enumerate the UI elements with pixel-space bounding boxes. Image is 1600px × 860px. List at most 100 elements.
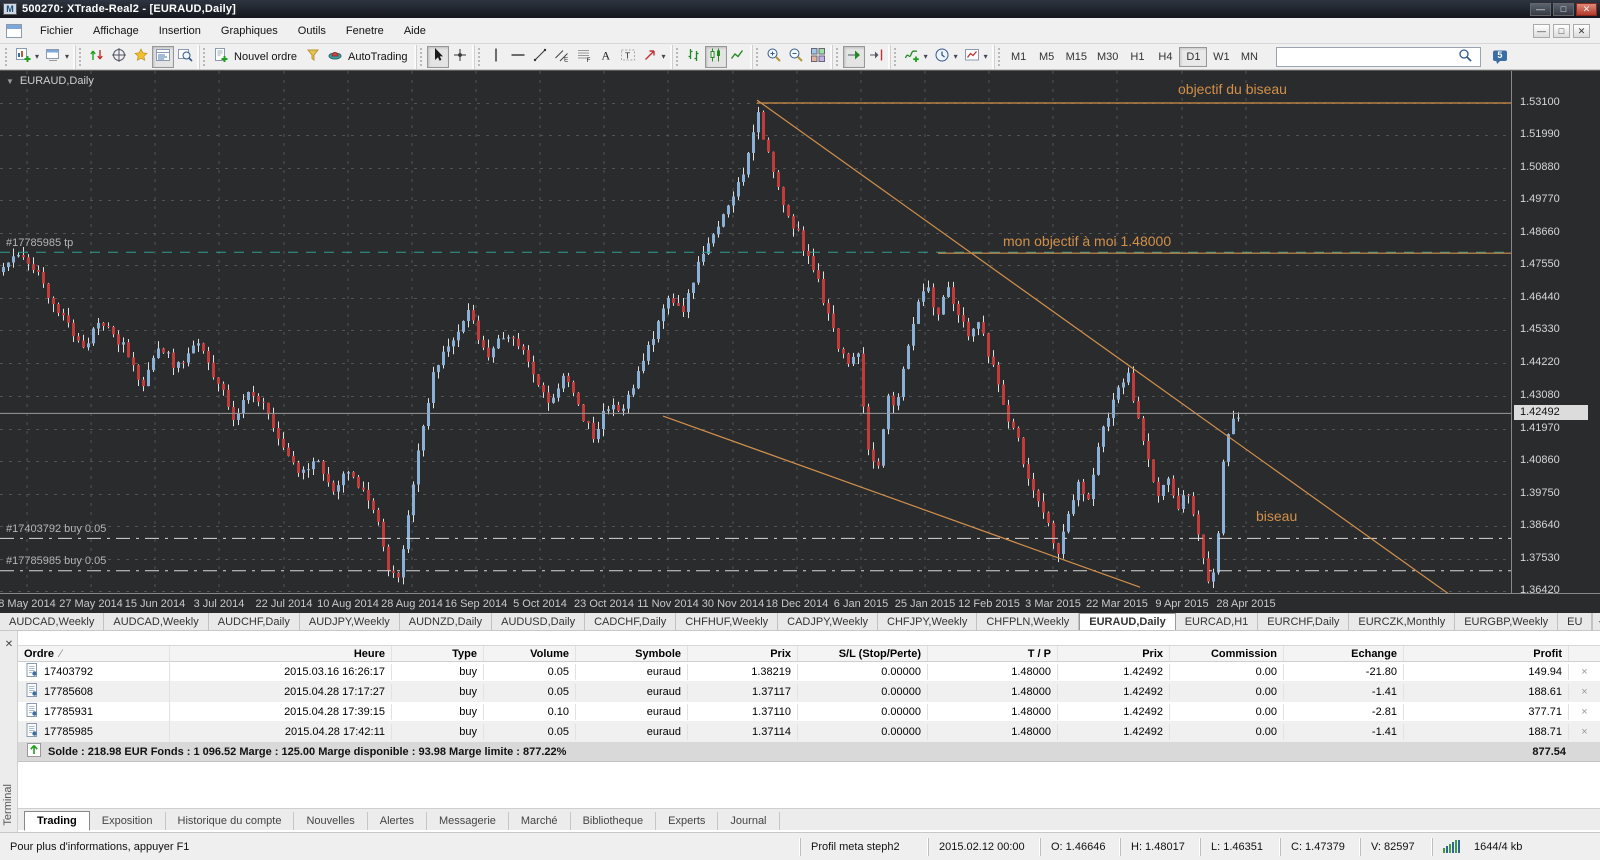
close-position-icon[interactable]: ×: [1569, 724, 1600, 740]
toolbar-drag-handle[interactable]: [998, 48, 1001, 66]
chart-tab-eurchf-daily[interactable]: EURCHF,Daily: [1258, 613, 1349, 630]
terminal-tab-trading[interactable]: Trading: [24, 811, 90, 831]
toolbar-drag-handle[interactable]: [203, 48, 206, 66]
status-profile[interactable]: Profil meta steph2: [800, 838, 928, 856]
terminal-button[interactable]: [152, 46, 174, 68]
toolbar-drag-handle[interactable]: [836, 48, 839, 66]
cursor-button[interactable]: [427, 46, 449, 68]
chart-tab-eurgbp-weekly[interactable]: EURGBP,Weekly: [1455, 613, 1558, 630]
chart-tab-eurczk-monthly[interactable]: EURCZK,Monthly: [1349, 613, 1455, 630]
timeframe-h4-button[interactable]: H4: [1151, 47, 1179, 67]
terminal-tab-experts[interactable]: Experts: [656, 812, 718, 830]
autotrading-button[interactable]: AutoTrading: [324, 46, 413, 68]
menu-insertion[interactable]: Insertion: [149, 21, 211, 41]
menu-graphiques[interactable]: Graphiques: [211, 21, 288, 41]
timeframe-w1-button[interactable]: W1: [1207, 47, 1235, 67]
bar-chart-button[interactable]: [683, 46, 705, 68]
terminal-tab-march-[interactable]: Marché: [509, 812, 571, 830]
timeframe-m30-button[interactable]: M30: [1092, 47, 1123, 67]
zoom-out-button[interactable]: [785, 46, 807, 68]
time-axis[interactable]: 8 May 201427 May 201415 Jun 20143 Jul 20…: [0, 593, 1600, 614]
toolbar-drag-handle[interactable]: [478, 48, 481, 66]
column-header-prix[interactable]: Prix: [688, 646, 798, 661]
chart-tab-audnzd-daily[interactable]: AUDNZD,Daily: [400, 613, 492, 630]
chart-tab-cadchf-daily[interactable]: CADCHF,Daily: [585, 613, 676, 630]
templates-button[interactable]: ▾: [961, 46, 991, 68]
chart-tab-eurcad-h1[interactable]: EURCAD,H1: [1176, 613, 1259, 630]
terminal-tab-alertes[interactable]: Alertes: [368, 812, 427, 830]
metaeditor-button[interactable]: [302, 46, 324, 68]
horizontal-line-button[interactable]: [507, 46, 529, 68]
toolbar-drag-handle[interactable]: [420, 48, 423, 66]
tile-windows-button[interactable]: [807, 46, 829, 68]
arrows-button[interactable]: ▾: [639, 46, 669, 68]
column-header-volume[interactable]: Volume: [484, 646, 576, 661]
toolbar-drag-handle[interactable]: [756, 48, 759, 66]
toolbar-drag-handle[interactable]: [79, 48, 82, 66]
search-icon[interactable]: [1457, 47, 1473, 66]
zoom-in-button[interactable]: [763, 46, 785, 68]
annotation-my-target[interactable]: mon objectif à moi 1.48000: [1003, 233, 1171, 249]
column-header-symbole[interactable]: Symbole: [576, 646, 688, 661]
chart-tab-audcad-weekly[interactable]: AUDCAD,Weekly: [104, 613, 208, 630]
table-row[interactable]: 177859852015.04.28 17:42:11buy0.05euraud…: [18, 722, 1600, 742]
column-header-heure[interactable]: Heure: [170, 646, 392, 661]
chart-plot[interactable]: ▼ EURAUD,Daily objectif du biseau mon ob…: [0, 71, 1512, 593]
terminal-tab-nouvelles[interactable]: Nouvelles: [294, 812, 367, 830]
fibonacci-button[interactable]: F: [573, 46, 595, 68]
chart-tab-audchf-daily[interactable]: AUDCHF,Daily: [209, 613, 300, 630]
column-header-t-p[interactable]: T / P: [928, 646, 1058, 661]
equidistant-channel-button[interactable]: E: [551, 46, 573, 68]
chart-window-icon[interactable]: [6, 24, 22, 38]
vertical-line-button[interactable]: [485, 46, 507, 68]
timeframe-d1-button[interactable]: D1: [1179, 47, 1207, 67]
menu-fichier[interactable]: Fichier: [30, 21, 83, 41]
chart-tab-audjpy-weekly[interactable]: AUDJPY,Weekly: [300, 613, 400, 630]
chart-tab-chfhuf-weekly[interactable]: CHFHUF,Weekly: [676, 613, 778, 630]
toolbar-drag-handle[interactable]: [894, 48, 897, 66]
chart-area[interactable]: ▼ EURAUD,Daily objectif du biseau mon ob…: [0, 70, 1600, 613]
crosshair-button[interactable]: [449, 46, 471, 68]
close-position-icon[interactable]: ×: [1569, 704, 1600, 720]
chart-close-button[interactable]: ✕: [1573, 24, 1590, 38]
market-watch-button[interactable]: [86, 46, 108, 68]
chart-tab-cadjpy-weekly[interactable]: CADJPY,Weekly: [778, 613, 878, 630]
column-header-s-l-stop-perte-[interactable]: S/L (Stop/Perte): [798, 646, 928, 661]
column-header-ordre[interactable]: Ordre∕: [18, 646, 170, 661]
chart-shift-button[interactable]: [865, 46, 887, 68]
auto-scroll-button[interactable]: [843, 46, 865, 68]
indicators-button[interactable]: ▾: [901, 46, 931, 68]
chart-tab-euraud-daily[interactable]: EURAUD,Daily: [1079, 613, 1175, 630]
close-position-icon[interactable]: ×: [1569, 664, 1600, 680]
menu-affichage[interactable]: Affichage: [83, 21, 149, 41]
candlesticks-button[interactable]: [705, 46, 727, 68]
column-header-prix[interactable]: Prix: [1058, 646, 1170, 661]
line-chart-button[interactable]: [727, 46, 749, 68]
new-order-button[interactable]: Nouvel ordre: [210, 46, 302, 68]
minimize-button[interactable]: —: [1530, 3, 1551, 16]
terminal-tab-journal[interactable]: Journal: [718, 812, 779, 830]
column-header-type[interactable]: Type: [392, 646, 484, 661]
text-button[interactable]: A: [595, 46, 617, 68]
terminal-tab-bibliotheque[interactable]: Bibliotheque: [571, 812, 657, 830]
close-button[interactable]: ✕: [1576, 3, 1597, 16]
menu-aide[interactable]: Aide: [394, 21, 436, 41]
timeframe-m15-button[interactable]: M15: [1061, 47, 1092, 67]
menu-fenetre[interactable]: Fenetre: [336, 21, 394, 41]
chart-restore-button[interactable]: □: [1553, 24, 1570, 38]
timeframe-m5-button[interactable]: M5: [1033, 47, 1061, 67]
chart-minimize-button[interactable]: —: [1533, 24, 1550, 38]
chart-tab-chfjpy-weekly[interactable]: CHFJPY,Weekly: [878, 613, 977, 630]
terminal-tab-exposition[interactable]: Exposition: [90, 812, 166, 830]
table-row[interactable]: 177856082015.04.28 17:17:27buy0.05euraud…: [18, 682, 1600, 702]
terminal-tab-messagerie[interactable]: Messagerie: [427, 812, 509, 830]
timeframe-m1-button[interactable]: M1: [1005, 47, 1033, 67]
new-chart-button[interactable]: ▾: [12, 46, 42, 68]
chart-tab-audcad-weekly[interactable]: AUDCAD,Weekly: [0, 613, 104, 630]
timeframe-h1-button[interactable]: H1: [1123, 47, 1151, 67]
chart-tab-eu[interactable]: EU: [1558, 613, 1592, 630]
column-header-commission[interactable]: Commission: [1170, 646, 1284, 661]
toolbar-drag-handle[interactable]: [5, 48, 8, 66]
trendline-button[interactable]: [529, 46, 551, 68]
menu-outils[interactable]: Outils: [288, 21, 336, 41]
